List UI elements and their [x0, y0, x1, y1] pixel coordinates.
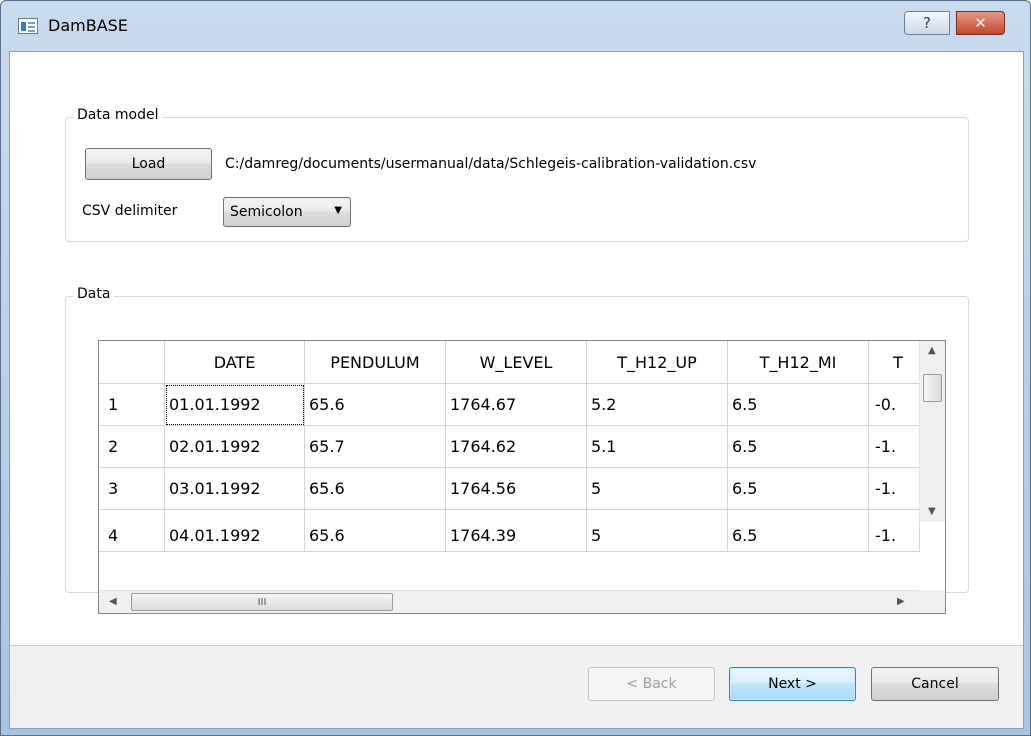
data-group-title: Data [73, 286, 115, 302]
table-cell[interactable]: 5.2 [587, 384, 728, 426]
column-header-t-h12-mi[interactable]: T_H12_MI [728, 341, 869, 384]
row-header[interactable]: 2 [99, 426, 165, 468]
column-header-t-h12-up[interactable]: T_H12_UP [587, 341, 728, 384]
row-header[interactable]: 1 [99, 384, 165, 426]
table-cell[interactable]: 01.01.1992 [165, 384, 305, 426]
data-model-group-title: Data model [73, 107, 163, 123]
column-header-pendulum[interactable]: PENDULUM [305, 341, 446, 384]
table-cell[interactable]: -1. [869, 510, 920, 552]
csv-delimiter-value: Semicolon [230, 204, 303, 220]
back-button[interactable]: < Back [588, 667, 715, 701]
table-cell[interactable]: -1. [869, 426, 920, 468]
table-cell[interactable]: 6.5 [728, 510, 869, 552]
table-cell[interactable]: 1764.56 [446, 468, 587, 510]
load-button[interactable]: Load [85, 148, 212, 180]
table-cell[interactable]: 6.5 [728, 384, 869, 426]
csv-delimiter-label: CSV delimiter [82, 203, 178, 219]
vertical-scrollbar[interactable]: ▲ ▼ [919, 341, 945, 522]
table-cell[interactable]: 65.6 [305, 510, 446, 552]
table-cell[interactable]: 5 [587, 468, 728, 510]
table-cell[interactable]: -1. [869, 468, 920, 510]
horizontal-scrollbar[interactable]: ◀ III ▶ [99, 590, 920, 613]
scroll-corner [919, 590, 945, 613]
table-cell[interactable]: 1764.62 [446, 426, 587, 468]
table-cell[interactable]: 1764.67 [446, 384, 587, 426]
file-path-label: C:/damreg/documents/usermanual/data/Schl… [225, 156, 757, 172]
close-button[interactable]: ✕ [956, 11, 1005, 35]
app-icon [18, 18, 38, 34]
scroll-right-icon[interactable]: ▶ [897, 596, 905, 607]
column-header-w-level[interactable]: W_LEVEL [446, 341, 587, 384]
window-title: DamBASE [48, 16, 128, 35]
title-bar: DamBASE ? ✕ [1, 1, 1030, 51]
dialog-client-area: Data model Load C:/damreg/documents/user… [9, 51, 1024, 729]
table-cell[interactable]: 65.6 [305, 468, 446, 510]
help-button[interactable]: ? [904, 11, 950, 35]
data-table[interactable]: DATE PENDULUM W_LEVEL T_H12_UP T_H12_MI … [98, 340, 946, 614]
next-button[interactable]: Next > [729, 667, 856, 701]
table-cell[interactable]: 65.7 [305, 426, 446, 468]
table-cell[interactable]: 5 [587, 510, 728, 552]
chevron-down-icon: ▼ [334, 205, 342, 216]
table-cell[interactable]: 02.01.1992 [165, 426, 305, 468]
wizard-footer: < Back Next > Cancel [10, 646, 1023, 728]
csv-delimiter-select[interactable]: Semicolon ▼ [223, 197, 351, 227]
column-header-date[interactable]: DATE [165, 341, 305, 384]
cancel-button[interactable]: Cancel [871, 667, 999, 701]
row-header[interactable]: 3 [99, 468, 165, 510]
scroll-down-icon[interactable]: ▼ [928, 506, 936, 517]
table-cell[interactable]: 65.6 [305, 384, 446, 426]
row-header[interactable]: 4 [99, 510, 165, 552]
table-cell[interactable]: 5.1 [587, 426, 728, 468]
scroll-up-icon[interactable]: ▲ [928, 345, 936, 356]
table-cell[interactable]: 04.01.1992 [165, 510, 305, 552]
table-cell[interactable]: 6.5 [728, 426, 869, 468]
table-cell[interactable]: 1764.39 [446, 510, 587, 552]
scroll-left-icon[interactable]: ◀ [109, 596, 117, 607]
table-cell[interactable]: 6.5 [728, 468, 869, 510]
table-cell[interactable]: -0. [869, 384, 920, 426]
vertical-scroll-thumb[interactable] [923, 374, 942, 402]
horizontal-scroll-thumb[interactable]: III [131, 593, 393, 611]
table-cell[interactable]: 03.01.1992 [165, 468, 305, 510]
dialog-window: DamBASE ? ✕ Data model Load C:/damreg/do… [0, 0, 1031, 736]
corner-header [99, 341, 165, 384]
scroll-grip: III [257, 596, 267, 608]
